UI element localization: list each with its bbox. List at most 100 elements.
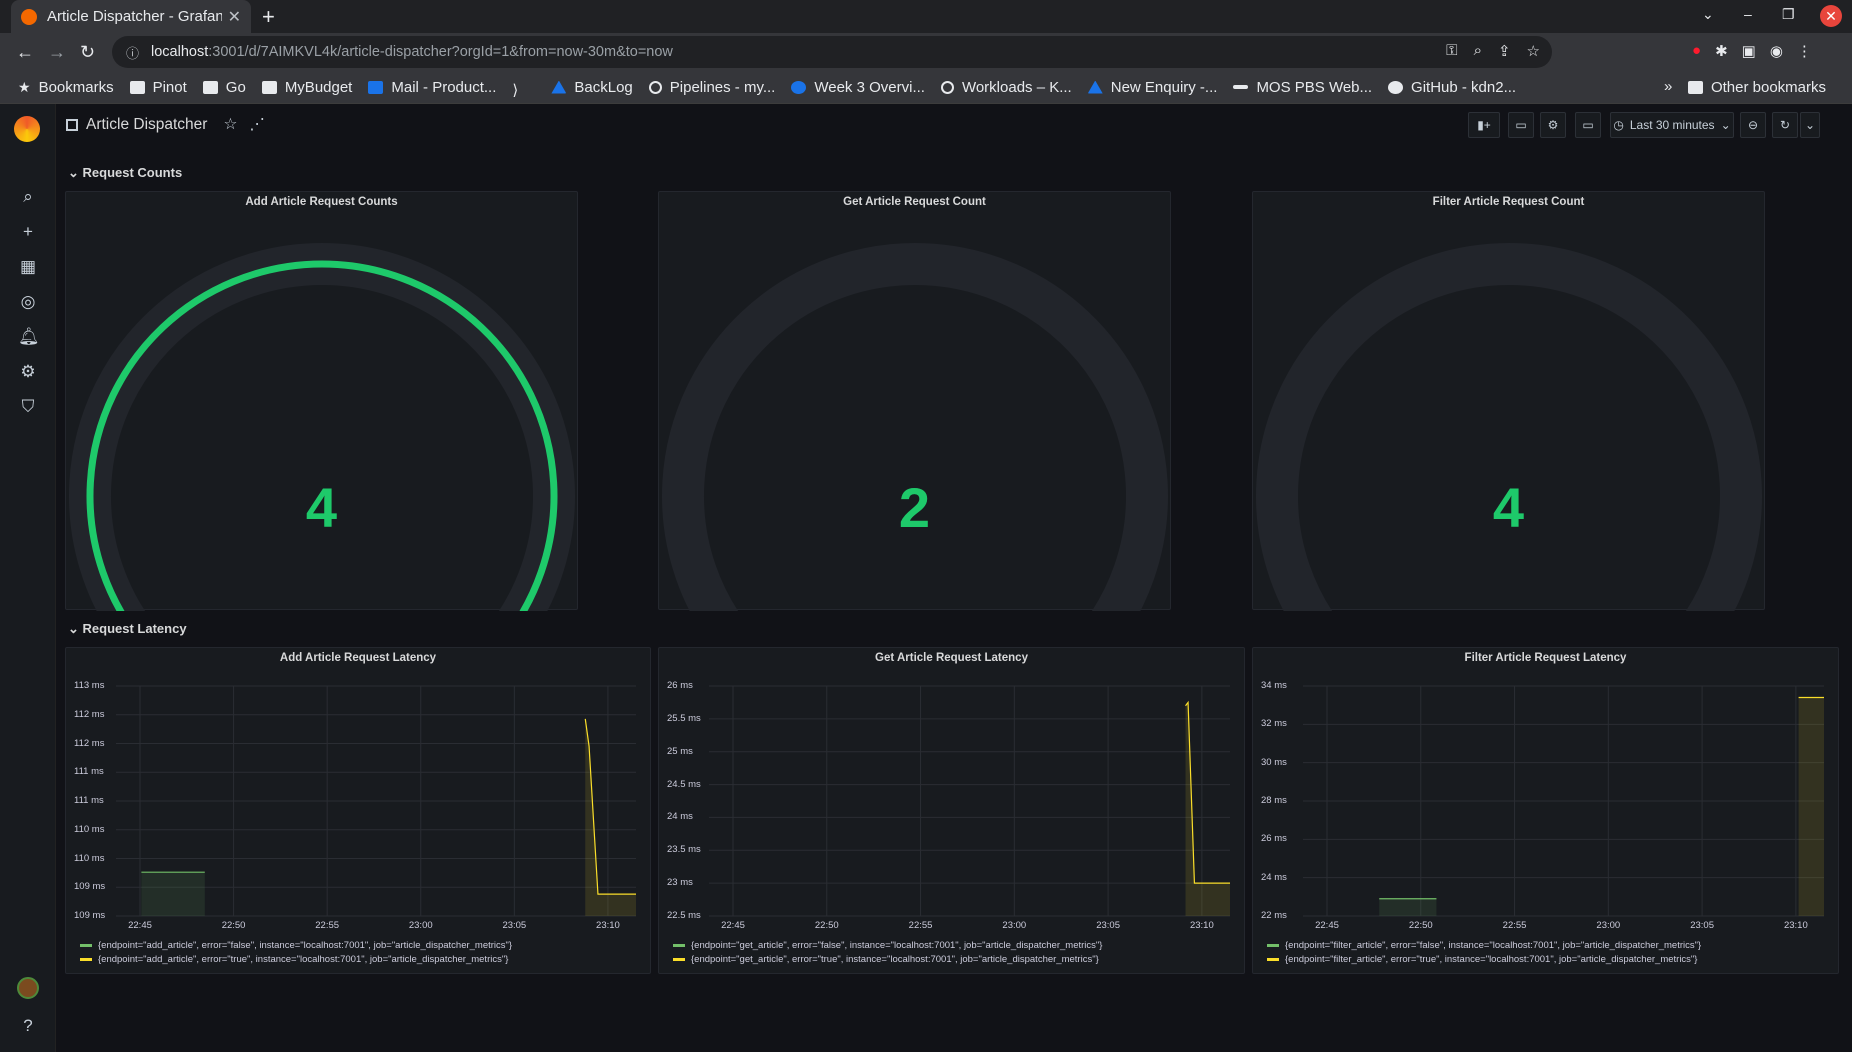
dashboards-grid-icon[interactable]: ▦	[18, 257, 38, 277]
share-icon[interactable]: ⋰	[249, 115, 265, 134]
legend-item[interactable]: {endpoint="add_article", error="false", …	[80, 940, 512, 951]
bookmarks-bar: ★ Bookmarks Pinot Go MyBudget Mail - Prod…	[0, 71, 1852, 104]
create-plus-icon[interactable]: +	[18, 222, 38, 242]
row-request-counts[interactable]: ⌄ Request Counts	[68, 165, 182, 181]
y-tick-label: 22.5 ms	[667, 910, 701, 921]
github-icon	[1388, 80, 1404, 94]
forward-icon[interactable]: →	[48, 42, 66, 63]
timeseries-panel-filter-latency[interactable]: Filter Article Request Latency 34 ms 32 m…	[1252, 647, 1839, 974]
alerting-bell-icon[interactable]: 🔔︎	[18, 327, 40, 347]
side-panel-icon[interactable]: ▣	[1742, 42, 1756, 60]
bookmark-item[interactable]: ⟩	[512, 81, 535, 99]
y-tick-label: 110 ms	[74, 823, 105, 835]
legend-item[interactable]: {endpoint="get_article", error="false", …	[673, 940, 1102, 951]
configuration-gear-icon[interactable]: ⚙	[18, 362, 38, 382]
y-tick-label: 23.5 ms	[667, 844, 701, 856]
y-tick-label: 32 ms	[1261, 718, 1287, 730]
refresh-interval-dropdown[interactable]: ⌄	[1800, 112, 1820, 138]
gauge-panel-filter[interactable]: Filter Article Request Count 4	[1252, 191, 1765, 611]
time-picker-button[interactable]: ◷ Last 30 minutes ⌄	[1610, 112, 1734, 138]
reload-icon[interactable]: ↻	[80, 42, 95, 63]
server-admin-shield-icon[interactable]: ⛉	[18, 397, 38, 417]
gauge-chart	[662, 243, 1168, 611]
opera-extension-icon[interactable]: ●	[1692, 42, 1701, 60]
more-bookmarks-icon[interactable]: »	[1664, 78, 1672, 95]
bookmark-item[interactable]: ★ Bookmarks	[18, 79, 114, 96]
view-mode-button[interactable]: ▭	[1575, 112, 1601, 138]
zoom-out-button[interactable]: ⊖	[1740, 112, 1766, 138]
legend-swatch	[1267, 944, 1279, 947]
tab-search-chevron-icon[interactable]: ⌄	[1702, 6, 1714, 23]
series-area	[1798, 697, 1824, 916]
row-collapse-chevron-icon: ⌄	[68, 621, 83, 636]
legend-swatch	[1267, 958, 1279, 961]
x-tick-label: 22:50	[221, 920, 246, 931]
bookmark-item[interactable]: New Enquiry -...	[1087, 79, 1217, 96]
key-icon[interactable]: ⚿	[1446, 42, 1457, 60]
bookmark-item[interactable]: Pinot	[129, 79, 187, 96]
help-icon[interactable]: ?	[18, 1016, 38, 1036]
close-tab-icon[interactable]: ✕	[228, 7, 241, 27]
bookmark-item[interactable]: Pipelines - my...	[648, 79, 775, 96]
dashboard-title[interactable]: Article Dispatcher ☆ ⋰	[66, 115, 265, 134]
series-area	[1379, 898, 1437, 916]
x-tick-label: 22:50	[1408, 920, 1433, 931]
timeseries-panel-add-latency[interactable]: Add Article Request Latency 113 ms 112 ms…	[65, 647, 651, 974]
grafana-sidebar: ⌕ + ▦ ◎ 🔔︎ ⚙ ⛉ ?	[0, 104, 56, 1052]
bookmark-item[interactable]: Mail - Product...	[368, 79, 496, 96]
other-bookmarks[interactable]: Other bookmarks	[1677, 71, 1842, 103]
dashboard-nav: Article Dispatcher ☆ ⋰ ▮+ ▭ ⚙ ▭ ◷ Last 3…	[56, 104, 1852, 144]
bookmark-item[interactable]: MyBudget	[261, 79, 352, 96]
menu-kebab-icon[interactable]: ⋮	[1797, 42, 1812, 60]
extensions-puzzle-icon[interactable]: ✱	[1715, 42, 1728, 60]
browser-tab[interactable]: Article Dispatcher - Grafana ✕	[11, 0, 251, 33]
back-icon[interactable]: ←	[16, 42, 34, 63]
bookmark-item[interactable]: Go	[202, 79, 246, 96]
window-close-icon[interactable]: ✕	[1820, 5, 1842, 27]
x-tick-label: 22:55	[315, 920, 340, 931]
outlook-icon	[368, 80, 384, 94]
bookmark-item[interactable]: GitHub - kdn2...	[1388, 79, 1516, 96]
restore-icon[interactable]: ❐	[1782, 6, 1795, 23]
bookmark-item[interactable]: MOS PBS Web...	[1233, 79, 1372, 96]
site-info-icon[interactable]: ⓘ	[126, 43, 139, 62]
timeseries-panel-get-latency[interactable]: Get Article Request Latency 26 ms 25.5 ms…	[658, 647, 1245, 974]
save-dashboard-button[interactable]: ▭	[1508, 112, 1534, 138]
minimize-icon[interactable]: –	[1744, 6, 1752, 22]
dashboard-settings-button[interactable]: ⚙	[1540, 112, 1566, 138]
bookmark-item[interactable]: Workloads – K...	[940, 79, 1072, 96]
legend-item[interactable]: {endpoint="filter_article", error="true"…	[1267, 954, 1697, 965]
x-tick-label: 22:55	[908, 920, 933, 931]
new-tab-icon[interactable]: +	[262, 4, 275, 30]
add-panel-button[interactable]: ▮+	[1468, 112, 1500, 138]
profile-avatar-icon[interactable]: ◉	[1770, 42, 1783, 60]
legend-item[interactable]: {endpoint="add_article", error="true", i…	[80, 954, 508, 965]
bookmark-star-icon[interactable]: ☆	[1527, 42, 1540, 60]
search-icon[interactable]: ⌕	[18, 187, 38, 207]
grafana-logo-icon[interactable]	[14, 116, 40, 142]
x-tick-label: 23:10	[1189, 920, 1214, 931]
x-tick-label: 23:10	[596, 920, 620, 931]
gauge-track	[69, 243, 575, 611]
y-tick-label: 112 ms	[74, 708, 105, 720]
row-request-latency[interactable]: ⌄ Request Latency	[68, 621, 187, 637]
x-tick-label: 23:05	[1096, 920, 1120, 931]
explore-compass-icon[interactable]: ◎	[18, 292, 38, 312]
zoom-icon[interactable]: ⌕	[1474, 42, 1482, 60]
legend-label: {endpoint="filter_article", error="true"…	[1285, 954, 1698, 965]
share-icon[interactable]: ⇪	[1498, 42, 1511, 60]
bookmark-item[interactable]: Week 3 Overvi...	[791, 79, 925, 96]
gauge-panel-get[interactable]: Get Article Request Count 2	[658, 191, 1171, 611]
bookmark-item[interactable]: BackLog	[551, 79, 633, 96]
user-avatar[interactable]	[17, 977, 39, 999]
gauge-value: 4	[305, 476, 338, 539]
y-tick-label: 109 ms	[74, 910, 106, 921]
refresh-button[interactable]: ↻	[1772, 112, 1798, 138]
star-icon[interactable]: ☆	[223, 115, 237, 134]
backlog-icon: ⟩	[512, 81, 519, 99]
legend-item[interactable]: {endpoint="filter_article", error="false…	[1267, 940, 1701, 951]
url-field[interactable]: ⓘ localhost :3001/d/7AIMKVL4k/article-di…	[112, 36, 1552, 68]
legend-item[interactable]: {endpoint="get_article", error="true", i…	[673, 954, 1099, 965]
y-tick-label: 109 ms	[74, 881, 106, 893]
gauge-panel-add[interactable]: Add Article Request Counts 4	[65, 191, 578, 611]
